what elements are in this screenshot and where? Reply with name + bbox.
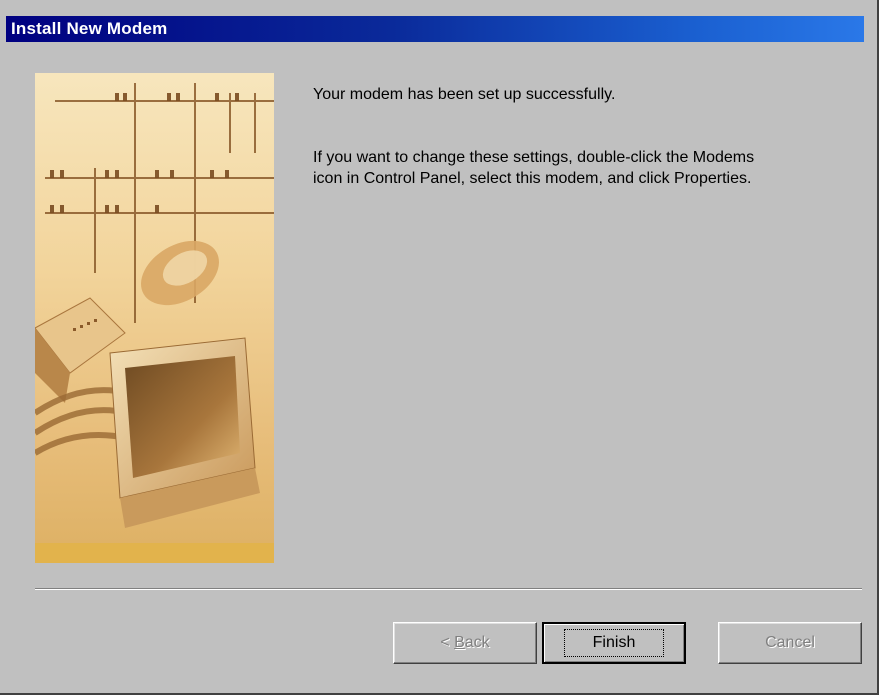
dialog-title: Install New Modem — [11, 19, 168, 38]
finish-button[interactable]: Finish — [542, 622, 686, 664]
back-button-label: < Back — [440, 634, 490, 651]
cancel-button-label: Cancel — [765, 634, 815, 651]
back-button[interactable]: < Back — [393, 622, 537, 664]
wizard-message: Your modem has been set up successfully.… — [313, 84, 833, 189]
success-text: Your modem has been set up successfully. — [313, 86, 616, 103]
install-modem-dialog: Install New Modem Your modem has been se… — [0, 0, 879, 695]
wizard-illustration — [35, 73, 274, 563]
cancel-button[interactable]: Cancel — [718, 622, 862, 664]
title-bar[interactable]: Install New Modem — [6, 16, 864, 42]
instructions-text: If you want to change these settings, do… — [313, 149, 755, 187]
button-separator — [35, 588, 862, 590]
finish-button-label: Finish — [563, 629, 665, 657]
